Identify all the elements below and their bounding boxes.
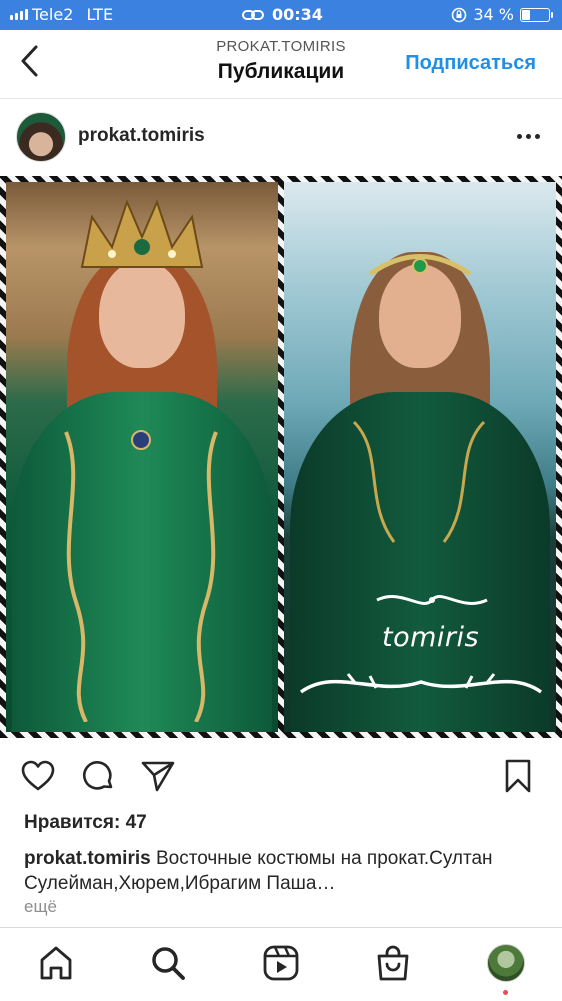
ornament-top bbox=[376, 595, 488, 605]
caption-more-link[interactable]: ещё bbox=[24, 897, 57, 917]
notification-dot bbox=[503, 990, 508, 995]
reels-icon[interactable] bbox=[262, 944, 300, 982]
image-watermark: tomiris bbox=[382, 622, 480, 653]
status-bar: Tele2 LTE 00:34 34 % bbox=[0, 0, 562, 30]
battery-fill bbox=[522, 9, 530, 20]
post-image[interactable]: tomiris bbox=[0, 176, 562, 738]
signal-icon bbox=[10, 9, 28, 20]
battery-percent: 34 % bbox=[473, 5, 514, 24]
post-actions bbox=[0, 740, 562, 810]
orientation-lock-icon bbox=[452, 7, 467, 22]
profile-avatar[interactable] bbox=[487, 944, 525, 982]
embroidery-ornament bbox=[352, 420, 486, 543]
post-header: prokat.tomiris bbox=[0, 98, 562, 176]
carrier-name: Tele2 bbox=[32, 5, 74, 24]
crown-icon bbox=[80, 199, 204, 268]
carrier-info: Tele2 LTE bbox=[32, 5, 113, 24]
shop-icon[interactable] bbox=[374, 944, 412, 982]
avatar[interactable] bbox=[16, 112, 66, 162]
heart-icon[interactable] bbox=[20, 758, 56, 794]
comment-icon[interactable] bbox=[80, 758, 116, 794]
bookmark-icon[interactable] bbox=[500, 758, 536, 794]
post-caption: prokat.tomiris Восточные костюмы на прок… bbox=[24, 846, 544, 896]
more-horizontal-icon[interactable] bbox=[517, 134, 540, 139]
battery-icon bbox=[520, 7, 553, 22]
embroidery-ornament bbox=[64, 430, 218, 722]
send-icon[interactable] bbox=[140, 758, 176, 794]
post-username[interactable]: prokat.tomiris bbox=[78, 125, 205, 147]
bottom-nav bbox=[0, 927, 562, 1001]
ornament-bottom bbox=[299, 673, 543, 694]
photo-left bbox=[6, 182, 278, 732]
network-type: LTE bbox=[86, 5, 114, 24]
home-icon[interactable] bbox=[37, 944, 75, 982]
figure-face bbox=[99, 260, 185, 368]
page-header: PROKAT.TOMIRIS Публикации Подписаться bbox=[0, 30, 562, 99]
status-right: 34 % bbox=[451, 5, 553, 24]
caption-username[interactable]: prokat.tomiris bbox=[24, 848, 151, 869]
status-time: 00:34 bbox=[272, 5, 323, 24]
status-center: 00:34 bbox=[242, 5, 323, 24]
likes-count[interactable]: Нравится: 47 bbox=[24, 812, 147, 834]
diadem-icon bbox=[368, 254, 472, 277]
link-icon bbox=[242, 9, 264, 20]
subscribe-button[interactable]: Подписаться bbox=[405, 52, 536, 75]
search-icon[interactable] bbox=[149, 944, 187, 982]
